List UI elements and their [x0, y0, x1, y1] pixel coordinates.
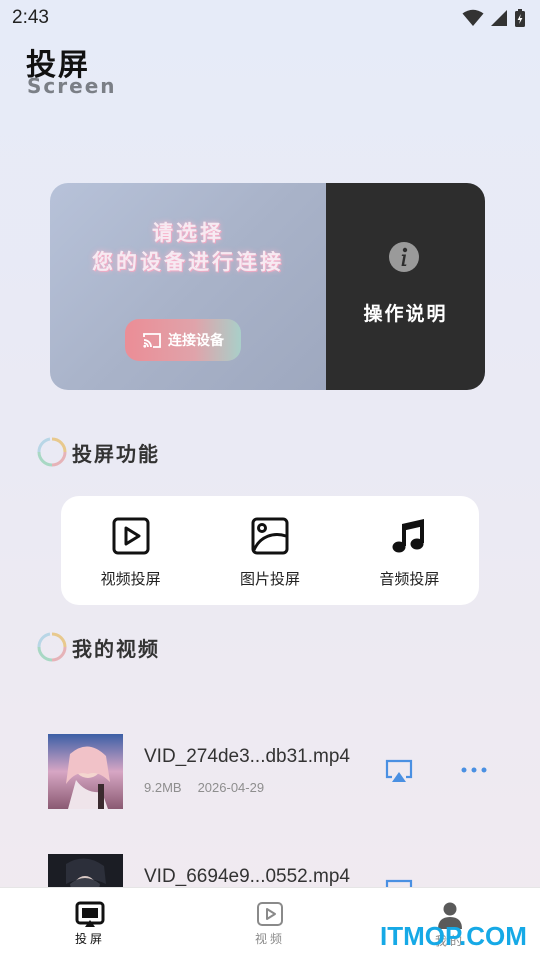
video-filename: VID_6694e9...0552.mp4	[144, 866, 350, 887]
audio-cast-button[interactable]: 音频投屏	[340, 496, 479, 605]
audio-cast-label: 音频投屏	[379, 570, 440, 588]
section-ring-icon	[37, 632, 67, 662]
features-card: 视频投屏 图片投屏 音频投屏	[61, 496, 479, 605]
info-icon	[389, 242, 419, 272]
video-list-item[interactable]: VID_274de3...db31.mp4 9.2MB 2026-04-29	[48, 734, 508, 810]
music-note-icon	[392, 519, 425, 553]
screen-cast-icon	[75, 901, 105, 927]
nav-tab-cast[interactable]: 投屏	[50, 888, 130, 960]
cast-icon	[143, 332, 161, 348]
section-ring-icon	[37, 437, 67, 467]
video-thumbnail	[48, 734, 123, 809]
image-cast-button[interactable]: 图片投屏	[200, 496, 339, 605]
banner-prompt-line1: 请选择	[152, 221, 224, 245]
cellular-signal-icon	[491, 10, 507, 26]
more-options-icon[interactable]	[460, 762, 488, 778]
watermark-logo: ITMOP.COM	[380, 921, 527, 951]
status-time: 2:43	[12, 7, 49, 28]
connect-device-button[interactable]: 连接设备	[125, 319, 241, 361]
video-size: 9.2MB	[144, 780, 182, 795]
connect-device-label: 连接设备	[168, 333, 224, 349]
nav-tab-video-label: 视频	[254, 932, 285, 946]
image-icon	[251, 517, 289, 555]
video-cast-button[interactable]: 视频投屏	[61, 496, 200, 605]
video-play-icon	[112, 517, 150, 555]
features-section-title: 投屏功能	[72, 441, 160, 466]
features-section-header: 投屏功能	[36, 436, 160, 468]
nav-tab-video[interactable]: 视频	[230, 888, 310, 960]
video-date: 2026-04-29	[197, 780, 265, 795]
videos-section-title: 我的视频	[72, 636, 160, 661]
status-icons	[462, 8, 526, 28]
video-filename: VID_274de3...db31.mp4	[144, 746, 350, 767]
airplay-icon[interactable]	[384, 758, 414, 784]
video-cast-label: 视频投屏	[100, 570, 161, 588]
videos-section-header: 我的视频	[36, 631, 160, 663]
page-subtitle: Screen	[27, 74, 117, 98]
nav-tab-cast-label: 投屏	[74, 932, 105, 946]
banner-prompt-line2: 您的设备进行连接	[92, 250, 284, 274]
guide-panel[interactable]: 操作说明	[326, 183, 485, 390]
connect-panel: 请选择 您的设备进行连接 连接设备	[50, 183, 326, 390]
video-play-icon	[257, 902, 283, 926]
status-bar: 2:43	[0, 0, 540, 36]
guide-label: 操作说明	[363, 303, 448, 325]
video-meta: 9.2MB 2026-04-29	[144, 780, 264, 795]
connect-banner: 请选择 您的设备进行连接 连接设备 操作说明	[50, 183, 485, 390]
image-cast-label: 图片投屏	[239, 570, 300, 588]
wifi-icon	[462, 9, 484, 26]
battery-icon	[515, 9, 525, 27]
